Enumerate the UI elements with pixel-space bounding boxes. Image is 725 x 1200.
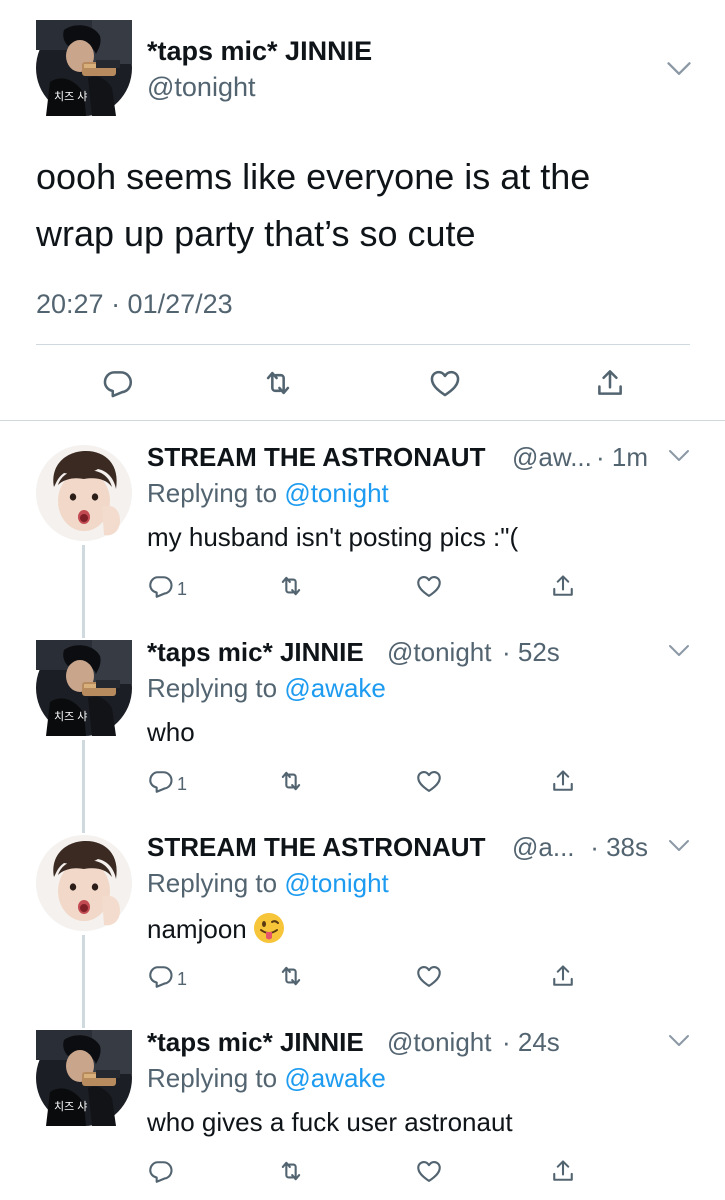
replying-to: Replying to @awake bbox=[147, 1063, 386, 1094]
reply-tweet[interactable]: 치즈 샤 *taps mic* JINNIE @tonight · 52s Re… bbox=[0, 616, 725, 811]
display-name[interactable]: *taps mic* JINNIE bbox=[147, 36, 372, 67]
like-button[interactable] bbox=[415, 571, 443, 601]
tweet-text: my husband isn't posting pics :"( bbox=[147, 522, 519, 552]
retweet-icon bbox=[277, 767, 305, 795]
replying-to: Replying to @tonight bbox=[147, 868, 389, 899]
display-name[interactable]: *taps mic* JINNIE bbox=[147, 637, 364, 668]
retweet-icon[interactable] bbox=[261, 366, 295, 400]
reply-icon[interactable] bbox=[101, 366, 135, 400]
like-icon bbox=[415, 1157, 443, 1185]
tweet-header: *taps mic* JINNIE @tonight · 24s bbox=[147, 1027, 662, 1059]
display-name[interactable]: *taps mic* JINNIE bbox=[147, 1027, 364, 1058]
reply-button[interactable] bbox=[147, 1156, 177, 1186]
handle[interactable]: @tonight bbox=[387, 1027, 491, 1058]
like-icon bbox=[415, 767, 443, 795]
reply-count: 1 bbox=[177, 578, 188, 599]
chevron-down-icon[interactable] bbox=[667, 835, 691, 855]
timestamp[interactable]: 20:27 · 01/27/23 bbox=[36, 289, 233, 320]
avatar[interactable] bbox=[36, 835, 132, 931]
handle[interactable]: @tonight bbox=[147, 72, 255, 103]
handle[interactable]: @a... bbox=[512, 832, 575, 863]
replying-label: Replying to bbox=[147, 673, 285, 703]
reply-icon bbox=[147, 572, 175, 600]
reply-tweet[interactable]: STREAM THE ASTRONAUT @aw... · 1m Replyin… bbox=[0, 421, 725, 616]
share-button[interactable] bbox=[549, 571, 577, 601]
timestamp[interactable]: · 1m bbox=[596, 442, 648, 473]
like-icon[interactable] bbox=[428, 366, 462, 400]
share-icon[interactable] bbox=[593, 366, 627, 400]
replying-label: Replying to bbox=[147, 868, 285, 898]
like-icon bbox=[415, 572, 443, 600]
like-icon bbox=[415, 962, 443, 990]
timestamp[interactable]: · 52s bbox=[502, 637, 560, 668]
reply-icon bbox=[147, 962, 175, 990]
share-icon bbox=[549, 1157, 577, 1185]
reply-count: 1 bbox=[177, 773, 188, 794]
tweet-text: who bbox=[147, 717, 195, 747]
mention-link[interactable]: @awake bbox=[284, 1063, 386, 1093]
chevron-down-icon[interactable] bbox=[665, 56, 693, 80]
display-name[interactable]: STREAM THE ASTRONAUT bbox=[147, 442, 485, 473]
chevron-down-icon[interactable] bbox=[667, 640, 691, 660]
reply-button[interactable]: 1 bbox=[147, 571, 187, 601]
reply-button[interactable]: 1 bbox=[147, 961, 187, 991]
retweet-icon bbox=[277, 1157, 305, 1185]
retweet-button[interactable] bbox=[277, 766, 305, 796]
avatar[interactable]: 치즈 샤 bbox=[36, 20, 132, 116]
tongue-out-face-emoji bbox=[253, 912, 285, 944]
tweet-text: oooh seems like everyone is at the wrap … bbox=[36, 156, 591, 254]
retweet-button[interactable] bbox=[277, 571, 305, 601]
main-tweet: 치즈 샤 *taps mic* JINNIE @tonight oooh see… bbox=[0, 0, 725, 420]
avatar[interactable]: 치즈 샤 bbox=[36, 640, 132, 736]
avatar[interactable]: 치즈 샤 bbox=[36, 1030, 132, 1126]
tweet-header: STREAM THE ASTRONAUT @a... · 38s bbox=[147, 832, 662, 864]
replying-to: Replying to @tonight bbox=[147, 478, 389, 509]
tweet-header: STREAM THE ASTRONAUT @aw... · 1m bbox=[147, 442, 662, 474]
avatar-caption: 치즈 샤 bbox=[54, 1101, 88, 1113]
reply-icon bbox=[147, 767, 175, 795]
timestamp[interactable]: · 24s bbox=[502, 1027, 560, 1058]
reply-tweet[interactable]: 치즈 샤 *taps mic* JINNIE @tonight · 24s Re… bbox=[0, 1006, 725, 1200]
retweet-button[interactable] bbox=[277, 1156, 305, 1186]
share-icon bbox=[549, 572, 577, 600]
share-button[interactable] bbox=[549, 1156, 577, 1186]
handle[interactable]: @aw... bbox=[512, 442, 592, 473]
replying-label: Replying to bbox=[147, 1063, 285, 1093]
share-icon bbox=[549, 767, 577, 795]
tweet-text: who gives a fuck user astronaut bbox=[147, 1107, 513, 1137]
retweet-icon bbox=[277, 572, 305, 600]
retweet-icon bbox=[277, 962, 305, 990]
reply-icon bbox=[147, 1157, 175, 1185]
tweet-header: *taps mic* JINNIE @tonight · 52s bbox=[147, 637, 662, 669]
mention-link[interactable]: @tonight bbox=[284, 868, 388, 898]
avatar-caption: 치즈 샤 bbox=[54, 711, 88, 723]
reply-count: 1 bbox=[177, 968, 188, 989]
tweet-body: namjoon bbox=[147, 912, 285, 945]
tweet-text: namjoon bbox=[147, 914, 247, 944]
share-button[interactable] bbox=[549, 961, 577, 991]
reply-button[interactable]: 1 bbox=[147, 766, 187, 796]
like-button[interactable] bbox=[415, 1156, 443, 1186]
chevron-down-icon[interactable] bbox=[667, 445, 691, 465]
retweet-button[interactable] bbox=[277, 961, 305, 991]
replying-to: Replying to @awake bbox=[147, 673, 386, 704]
share-icon bbox=[549, 962, 577, 990]
avatar[interactable] bbox=[36, 445, 132, 541]
chevron-down-icon[interactable] bbox=[667, 1030, 691, 1050]
mention-link[interactable]: @tonight bbox=[284, 478, 388, 508]
divider bbox=[36, 344, 690, 345]
timestamp[interactable]: · 38s bbox=[590, 832, 648, 863]
like-button[interactable] bbox=[415, 961, 443, 991]
replying-label: Replying to bbox=[147, 478, 285, 508]
display-name[interactable]: STREAM THE ASTRONAUT bbox=[147, 832, 485, 863]
avatar-caption: 치즈 샤 bbox=[54, 91, 88, 103]
mention-link[interactable]: @awake bbox=[284, 673, 386, 703]
share-button[interactable] bbox=[549, 766, 577, 796]
like-button[interactable] bbox=[415, 766, 443, 796]
reply-tweet[interactable]: STREAM THE ASTRONAUT @a... · 38s Replyin… bbox=[0, 811, 725, 1006]
handle[interactable]: @tonight bbox=[387, 637, 491, 668]
